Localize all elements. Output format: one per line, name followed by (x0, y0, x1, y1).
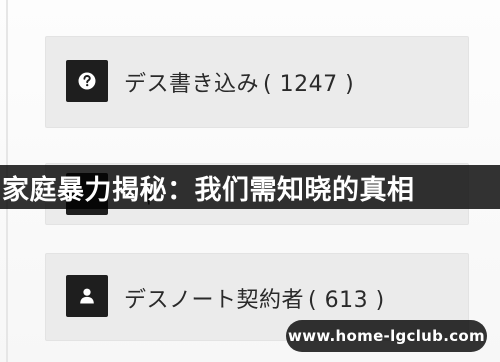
stat-count: ( 613 ) (308, 288, 385, 313)
icon-box (66, 60, 108, 102)
stat-title: デス書き込み (124, 72, 260, 97)
icon-box (66, 275, 108, 317)
watermark: www.home-lgclub.com (286, 320, 487, 352)
user-icon (80, 288, 94, 304)
stat-count: ( 1247 ) (263, 72, 355, 97)
watermark-text: www.home-lgclub.com (288, 327, 485, 345)
stat-label: デス書き込み( 1247 ) (124, 66, 354, 98)
banner-title: 家庭暴力揭秘：我们需知晓的真相 (2, 174, 415, 206)
stat-label: デスノート契約者( 613 ) (124, 282, 385, 314)
question-icon (78, 72, 96, 90)
title-banner: 家庭暴力揭秘：我们需知晓的真相 (0, 165, 500, 209)
stat-title: デスノート契約者 (124, 288, 305, 313)
page: デス書き込み( 1247 ) ト デスノート契約者( 613 ) 家庭暴力揭秘：… (0, 0, 500, 362)
stat-card-death-posts[interactable]: デス書き込み( 1247 ) (45, 36, 469, 128)
